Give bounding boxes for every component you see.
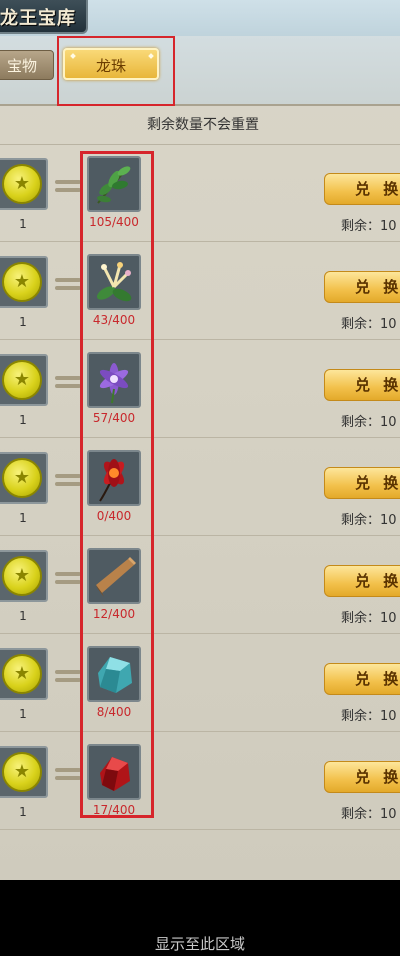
redeem-button[interactable]: 兑 换 <box>324 271 400 303</box>
cost-slot: ★ <box>0 256 48 308</box>
highlight-box-tab <box>57 36 175 106</box>
highlight-box-items <box>80 151 154 818</box>
equals-icon <box>55 276 81 292</box>
cost-quantity: 1 <box>19 707 27 721</box>
cost-slot: ★ <box>0 550 48 602</box>
exchange-row: ★ 1 8/400 兑 换剩余：10 <box>0 634 400 732</box>
remaining-label: 剩余：10 <box>341 415 397 430</box>
redeem-button[interactable]: 兑 换 <box>324 761 400 793</box>
cost-quantity: 1 <box>19 315 27 329</box>
equals-icon <box>55 472 81 488</box>
redeem-button[interactable]: 兑 换 <box>324 173 400 205</box>
cost-quantity: 1 <box>19 511 27 525</box>
cost-quantity: 1 <box>19 805 27 819</box>
cost-slot: ★ <box>0 648 48 700</box>
page-title: 龙王宝库 <box>0 8 76 29</box>
exchange-row: ★ 1 57/400 兑 换剩余：10 <box>0 340 400 438</box>
cost-slot: ★ <box>0 354 48 406</box>
equals-icon <box>55 178 81 194</box>
exchange-row: ★ 1 43/400 兑 换剩余：10 <box>0 242 400 340</box>
star-coin-icon: ★ <box>2 556 42 596</box>
tab-treasure[interactable]: 宝物 <box>0 50 54 80</box>
remaining-label: 剩余：10 <box>341 317 397 332</box>
star-coin-icon: ★ <box>2 262 42 302</box>
cost-slot: ★ <box>0 158 48 210</box>
star-coin-icon: ★ <box>2 654 42 694</box>
redeem-button[interactable]: 兑 换 <box>324 663 400 695</box>
equals-icon <box>55 374 81 390</box>
redeem-button[interactable]: 兑 换 <box>324 369 400 401</box>
equals-icon <box>55 766 81 782</box>
exchange-row: ★ 1 105/400 兑 换剩余：10 <box>0 144 400 242</box>
exchange-row: ★ 1 12/400 兑 换剩余：10 <box>0 536 400 634</box>
cost-slot: ★ <box>0 452 48 504</box>
remaining-label: 剩余：10 <box>341 513 397 528</box>
exchange-row: ★ 1 17/400 兑 换剩余：10 <box>0 732 400 830</box>
remaining-label: 剩余：10 <box>341 709 397 724</box>
star-coin-icon: ★ <box>2 164 42 204</box>
redeem-button[interactable]: 兑 换 <box>324 565 400 597</box>
cost-quantity: 1 <box>19 609 27 623</box>
cost-slot: ★ <box>0 746 48 798</box>
equals-icon <box>55 668 81 684</box>
cost-quantity: 1 <box>19 217 27 231</box>
remaining-label: 剩余：10 <box>341 219 397 234</box>
star-coin-icon: ★ <box>2 458 42 498</box>
exchange-row: ★ 1 0/400 兑 换剩余：10 <box>0 438 400 536</box>
star-coin-icon: ★ <box>2 360 42 400</box>
footer-text: 显示至此区域 <box>154 935 245 953</box>
notice-text: 剩余数量不会重置 <box>147 117 259 133</box>
remaining-label: 剩余：10 <box>341 611 397 626</box>
remaining-label: 剩余：10 <box>341 807 397 822</box>
top-bar: 龙王宝库 <box>0 0 400 36</box>
star-coin-icon: ★ <box>2 752 42 792</box>
cost-quantity: 1 <box>19 413 27 427</box>
title-plate: 龙王宝库 <box>0 0 88 34</box>
equals-icon <box>55 570 81 586</box>
redeem-button[interactable]: 兑 换 <box>324 467 400 499</box>
